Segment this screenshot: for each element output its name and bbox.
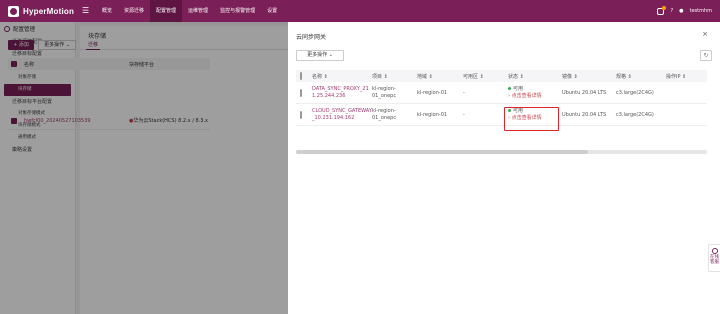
panel-more-actions-button[interactable]: 更多操作 ⌄ — [296, 50, 344, 61]
cloud-sync-gateway-panel: 云同步网关 × 更多操作 ⌄ ↻ 名称 ⇕ 项目 ⇕ 地域 ⇕ 可用区 ⇕ 状态… — [288, 22, 720, 314]
row-checkbox[interactable] — [300, 88, 302, 97]
nav-item-ops-management[interactable]: 运维管理 — [182, 0, 214, 22]
gateway-table: 名称 ⇕ 项目 ⇕ 地域 ⇕ 可用区 ⇕ 状态 ⇕ 镜像 ⇕ 规格 ⇕ 操作IP… — [296, 70, 707, 126]
row-image: Ubuntu 20.04 LTS — [562, 111, 607, 118]
row-project: kl-region-01_onepc — [372, 107, 397, 121]
row-az: - — [463, 111, 465, 118]
nav-item-resource-migration[interactable]: 资源迁移 — [118, 0, 150, 22]
user-icon[interactable]: ● — [679, 8, 683, 14]
row-checkbox[interactable] — [300, 110, 302, 119]
column-header-image[interactable]: 镜像 ⇕ — [562, 73, 616, 80]
row-spec: c3.large(2C4G) — [616, 89, 654, 96]
panel-title: 云同步网关 — [296, 34, 327, 41]
status-text: 可用 — [513, 85, 524, 92]
nav-item-config-management[interactable]: 配置管理 — [150, 0, 183, 22]
notification-dot — [662, 5, 667, 10]
row-image: Ubuntu 20.04 LTS — [562, 89, 607, 96]
column-header-az[interactable]: 可用区 ⇕ — [463, 73, 508, 80]
status-dot-icon — [508, 86, 511, 90]
column-header-status[interactable]: 状态 ⇕ — [508, 73, 562, 80]
table-row[interactable]: CLOUD_SYNC_GATEWAY_10.231.194.162 kl-reg… — [296, 104, 707, 126]
row-region: kl-region-01 — [417, 89, 448, 96]
nav-item-settings[interactable]: 设置 — [261, 0, 283, 22]
help-icon[interactable]: ? — [670, 8, 673, 14]
app-logo[interactable]: HyperMotion — [0, 0, 82, 22]
row-status: 可用 › 点击查看详情 — [508, 86, 562, 100]
scrollbar-thumb[interactable] — [296, 150, 588, 154]
app-name: HyperMotion — [23, 6, 75, 16]
username[interactable]: testmhm — [689, 8, 712, 14]
status-highlight-box — [504, 107, 559, 131]
online-support-label: 在线客服 — [710, 255, 719, 265]
table-row[interactable]: DATA_SYNC_PROXY_211.25.244.236 kl-region… — [296, 82, 707, 104]
online-support-button[interactable]: 在线客服 — [708, 244, 720, 272]
horizontal-scrollbar[interactable] — [296, 150, 707, 154]
refresh-icon[interactable]: ↻ — [700, 50, 712, 61]
column-header-name[interactable]: 名称 ⇕ — [312, 73, 372, 80]
gateway-table-header: 名称 ⇕ 项目 ⇕ 地域 ⇕ 可用区 ⇕ 状态 ⇕ 镜像 ⇕ 规格 ⇕ 操作IP… — [296, 70, 707, 82]
column-header-project[interactable]: 项目 ⇕ — [372, 73, 417, 80]
main-nav: 概览 资源迁移 配置管理 运维管理 监控与报警管理 设置 — [96, 0, 283, 22]
bell-icon[interactable] — [657, 5, 667, 15]
column-header-spec[interactable]: 规格 ⇕ — [616, 73, 666, 80]
user-area: ? ● testmhm — [657, 5, 720, 15]
menu-icon[interactable]: ☰ — [82, 7, 90, 15]
column-header-region[interactable]: 地域 ⇕ — [417, 73, 463, 80]
nav-item-overview[interactable]: 概览 — [96, 0, 118, 22]
row-project: kl-region-01_onepc — [372, 85, 397, 99]
close-icon[interactable]: × — [702, 30, 708, 38]
top-navigation-bar: HyperMotion ☰ 概览 资源迁移 配置管理 运维管理 监控与报警管理 … — [0, 0, 720, 22]
status-detail-link[interactable]: › 点击查看详情 — [508, 93, 562, 100]
row-name-link[interactable]: DATA_SYNC_PROXY_211.25.244.236 — [312, 86, 372, 100]
chat-icon — [711, 248, 718, 254]
row-spec: c3.large(2C4G) — [616, 111, 654, 118]
row-name-link[interactable]: CLOUD_SYNC_GATEWAY_10.231.194.162 — [312, 108, 372, 122]
row-az: - — [463, 89, 465, 96]
row-region: kl-region-01 — [417, 111, 448, 118]
select-all-checkbox[interactable] — [300, 72, 302, 80]
logo-icon — [8, 5, 19, 17]
column-header-ip[interactable]: 操作IP ⇕ — [666, 73, 707, 80]
nav-item-monitoring-alerts[interactable]: 监控与报警管理 — [214, 0, 261, 22]
